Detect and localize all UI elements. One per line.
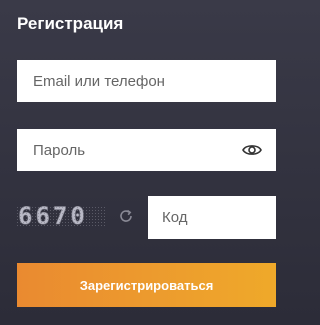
form-title: Регистрация [17,14,124,33]
register-button[interactable]: Зарегистрироваться [17,263,276,307]
email-field-wrapper [17,60,276,102]
refresh-icon[interactable] [117,207,135,225]
code-field[interactable] [148,196,276,239]
code-field-wrapper [148,196,276,239]
email-field[interactable] [17,60,276,102]
password-field-wrapper [17,129,276,171]
password-field[interactable] [17,129,276,171]
eye-icon[interactable] [242,142,262,158]
captcha-image: 6670 [17,201,107,230]
